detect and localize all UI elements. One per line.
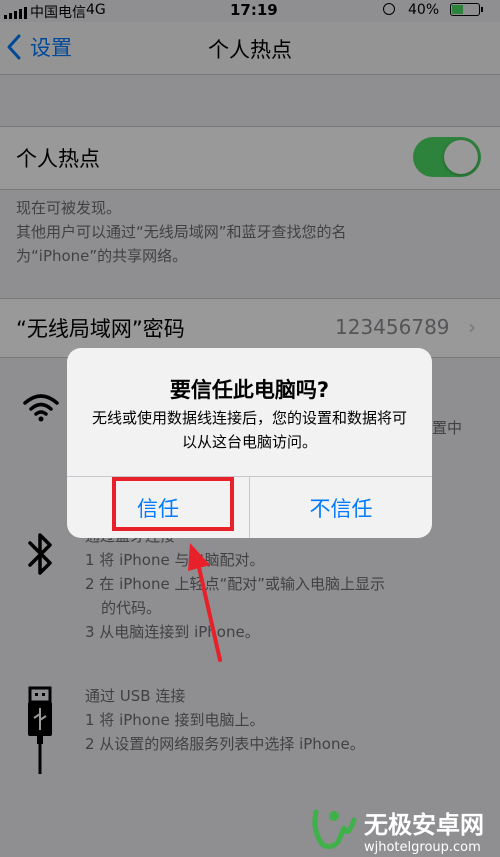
- trust-button-highlight: [112, 477, 234, 531]
- watermark-logo-icon: [312, 809, 357, 850]
- alert-title: 要信任此电脑吗?: [169, 378, 330, 402]
- watermark-url: wjhotelgroup.com: [364, 840, 481, 855]
- watermark-name: 无极安卓网: [364, 811, 484, 839]
- red-arrow-icon: [188, 543, 222, 662]
- alert-message: 无线或使用数据线连接后，您的设置和数据将可以从这台电脑访问。: [91, 409, 407, 451]
- watermark: 无极安卓网 wjhotelgroup.com: [310, 805, 484, 855]
- dont-trust-button[interactable]: 不信任: [250, 477, 432, 538]
